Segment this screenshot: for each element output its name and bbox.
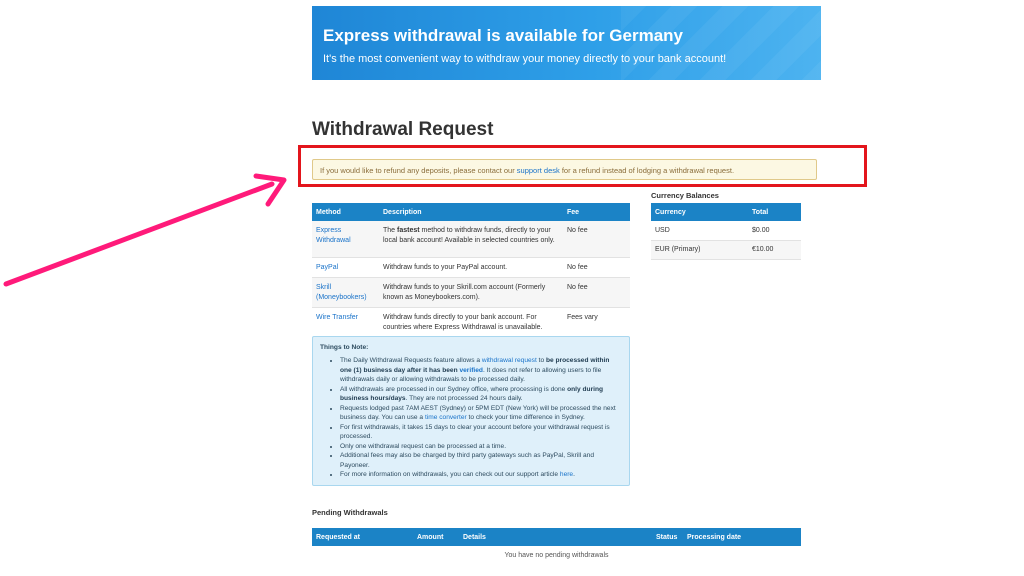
verified-link[interactable]: verified — [459, 367, 482, 374]
column-header: Description — [379, 203, 563, 221]
column-header: Processing date — [683, 528, 801, 546]
pending-header-row: Requested at Amount Details Status Proce… — [312, 528, 801, 546]
method-link-wire-transfer[interactable]: Wire Transfer — [316, 314, 358, 321]
table-row: You have no pending withdrawals — [312, 546, 801, 564]
pointer-arrow-icon — [3, 173, 287, 287]
table-row: EUR (Primary) €10.00 — [651, 240, 801, 260]
notes-list: The Daily Withdrawal Requests feature al… — [320, 356, 622, 480]
things-to-note-panel: Things to Note: The Daily Withdrawal Req… — [312, 336, 630, 486]
list-item: For first withdrawals, it takes 15 days … — [340, 423, 622, 442]
empty-state-message: You have no pending withdrawals — [504, 551, 609, 559]
method-description: Withdraw funds directly to your bank acc… — [379, 307, 563, 338]
column-header: Details — [459, 528, 652, 546]
list-item: Only one withdrawal request can be proce… — [340, 442, 622, 452]
method-description: Withdraw funds to your PayPal account. — [379, 257, 563, 278]
currency-name: USD — [651, 221, 748, 241]
column-header: Currency — [651, 203, 748, 221]
balances-header-row: Currency Total — [651, 203, 801, 221]
list-item: For more information on withdrawals, you… — [340, 470, 622, 480]
currency-total: €10.00 — [748, 240, 801, 260]
balances-table: Currency Total USD $0.00 EUR (Primary) €… — [651, 203, 801, 260]
currency-total: $0.00 — [748, 221, 801, 241]
highlight-box — [298, 145, 867, 187]
table-row: Skrill (Moneybookers) Withdraw funds to … — [312, 277, 630, 308]
table-row: Express Withdrawal The fastest method to… — [312, 221, 630, 258]
list-item: All withdrawals are processed in our Syd… — [340, 385, 622, 404]
method-link-paypal[interactable]: PayPal — [316, 264, 338, 271]
banner-title: Express withdrawal is available for Germ… — [323, 26, 683, 45]
method-fee: No fee — [563, 257, 630, 278]
column-header: Requested at — [312, 528, 413, 546]
methods-table: Method Description Fee Express Withdrawa… — [312, 203, 630, 338]
table-row: USD $0.00 — [651, 221, 801, 241]
list-item: Additional fees may also be charged by t… — [340, 451, 622, 470]
table-row: Wire Transfer Withdraw funds directly to… — [312, 307, 630, 338]
time-converter-link[interactable]: time converter — [425, 414, 467, 421]
method-link-express-withdrawal[interactable]: Express Withdrawal — [316, 227, 351, 244]
column-header: Fee — [563, 203, 630, 221]
page-title: Withdrawal Request — [312, 119, 494, 140]
pending-withdrawals-table: Requested at Amount Details Status Proce… — [312, 528, 801, 564]
support-article-link[interactable]: here — [560, 471, 573, 478]
withdrawal-request-link[interactable]: withdrawal request — [482, 357, 537, 364]
list-item: Requests lodged past 7AM AEST (Sydney) o… — [340, 404, 622, 423]
table-row: PayPal Withdraw funds to your PayPal acc… — [312, 257, 630, 278]
promo-banner[interactable]: Express withdrawal is available for Germ… — [312, 6, 821, 80]
currency-balances-title: Currency Balances — [651, 191, 719, 200]
method-fee: No fee — [563, 221, 630, 258]
method-fee: No fee — [563, 277, 630, 308]
column-header: Status — [652, 528, 683, 546]
column-header: Total — [748, 203, 801, 221]
method-description: The fastest method to withdraw funds, di… — [379, 221, 563, 258]
method-description: Withdraw funds to your Skrill.com accoun… — [379, 277, 563, 308]
notes-title: Things to Note: — [320, 344, 369, 351]
currency-name: EUR (Primary) — [651, 240, 748, 260]
method-fee: Fees vary — [563, 307, 630, 338]
list-item: The Daily Withdrawal Requests feature al… — [340, 356, 622, 385]
pending-withdrawals-title: Pending Withdrawals — [312, 508, 388, 517]
methods-header-row: Method Description Fee — [312, 203, 630, 221]
method-link-skrill[interactable]: Skrill (Moneybookers) — [316, 284, 367, 301]
column-header: Method — [312, 203, 379, 221]
column-header: Amount — [413, 528, 459, 546]
banner-subtitle: It's the most convenient way to withdraw… — [323, 53, 727, 65]
